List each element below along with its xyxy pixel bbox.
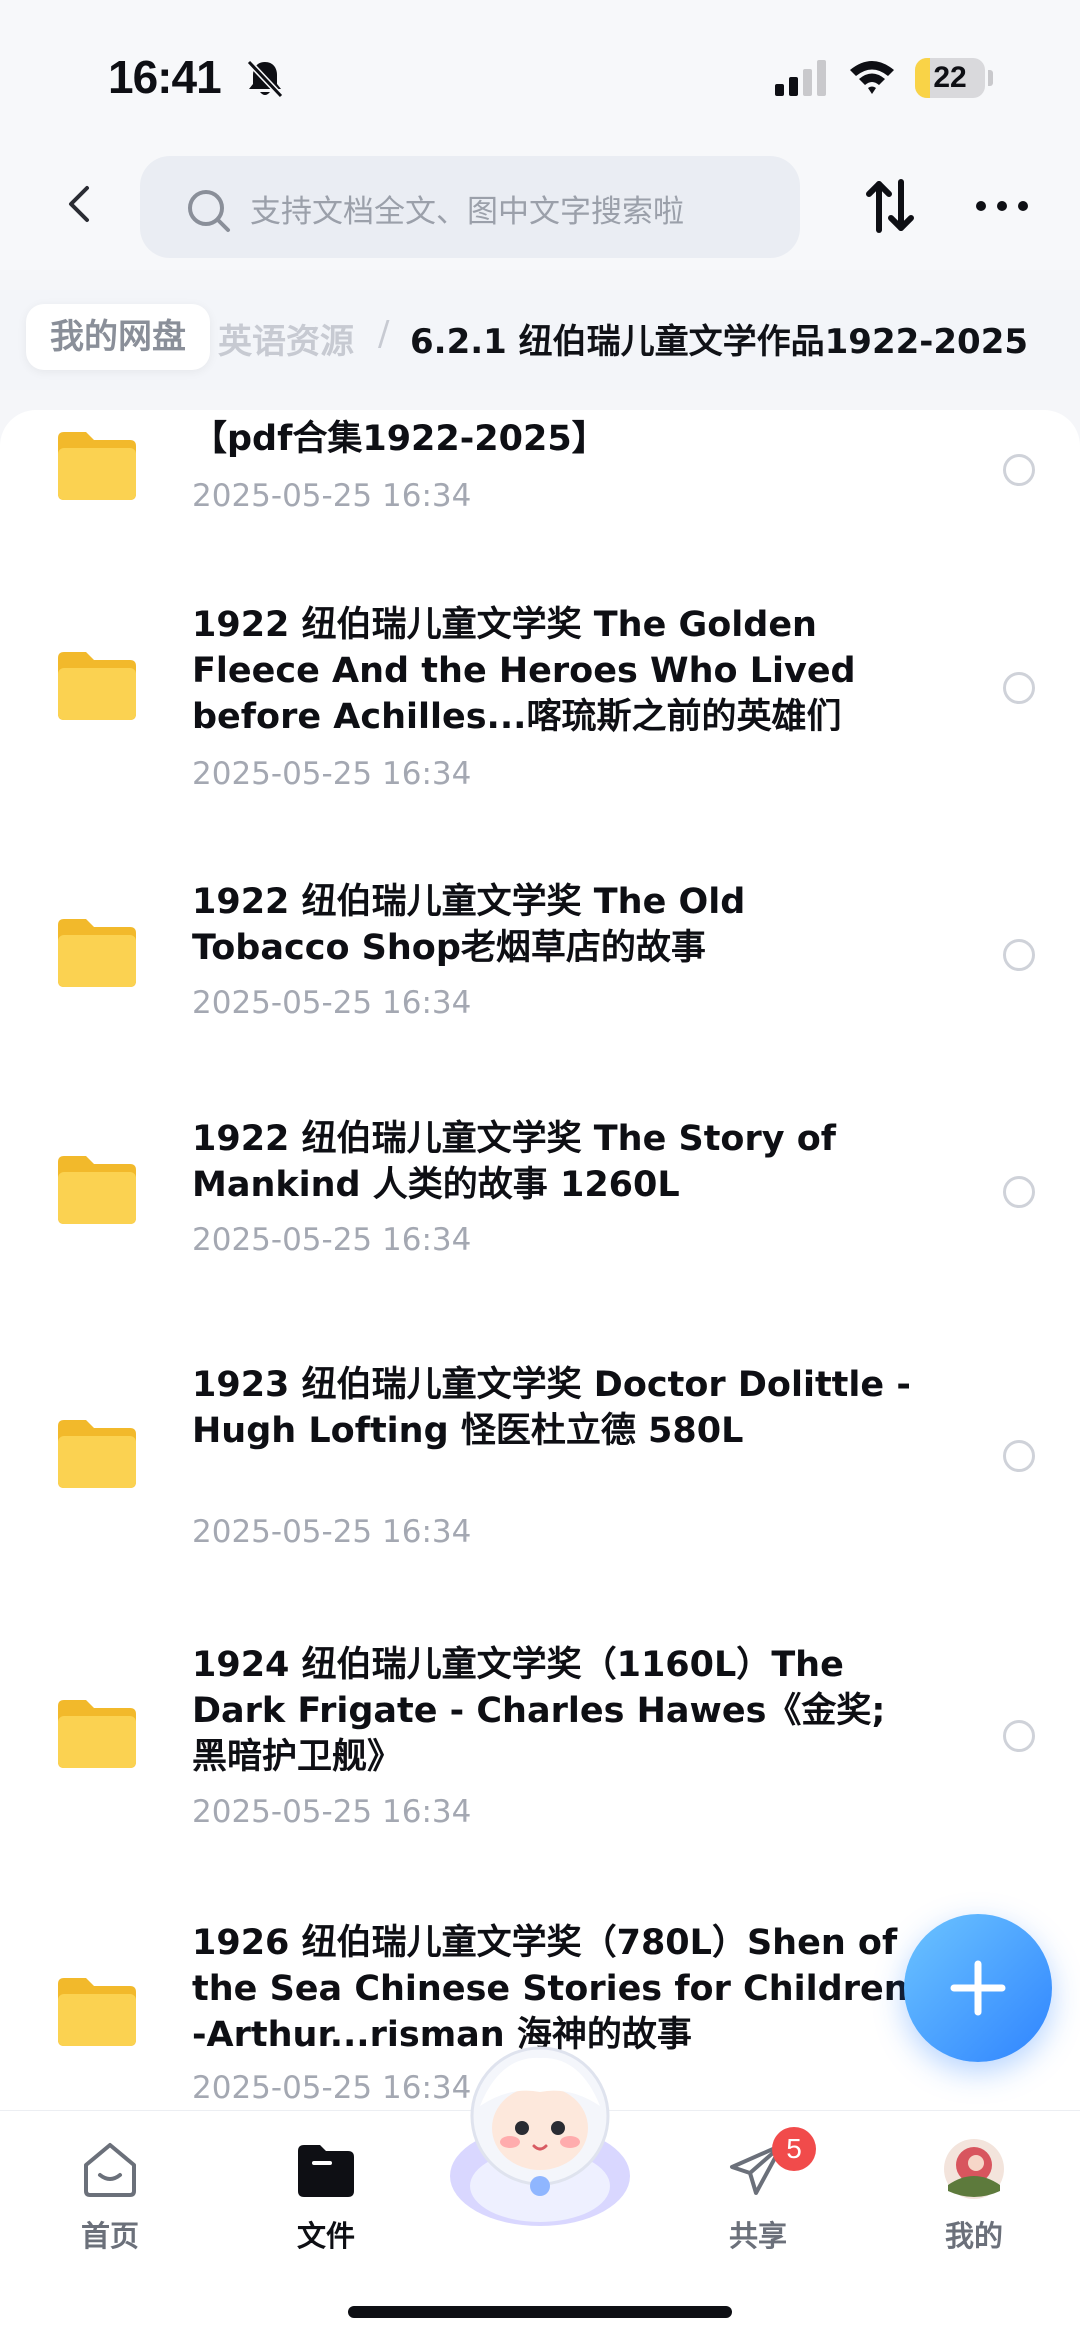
top-bar: 支持文档全文、图中文字搜索啦 — [0, 150, 1080, 270]
notification-badge: 5 — [772, 2127, 816, 2171]
file-name: 1924 纽伯瑞儿童文学奖（1160L）The Dark Frigate - C… — [192, 1645, 886, 1777]
list-item[interactable]: 1922 纽伯瑞儿童文学奖 The Golden Fleece And the … — [0, 590, 1080, 792]
select-radio[interactable] — [1003, 1176, 1035, 1208]
more-button[interactable] — [970, 174, 1034, 238]
home-indicator — [348, 2306, 732, 2318]
select-radio[interactable] — [1003, 672, 1035, 704]
file-date: 2025-05-25 16:34 — [192, 2070, 472, 2106]
wifi-icon — [850, 61, 894, 94]
file-name: 1922 纽伯瑞儿童文学奖 The Old Tobacco Shop老烟草店的故… — [192, 882, 746, 968]
file-date: 2025-05-25 16:34 — [192, 985, 472, 1021]
bell-muted-icon — [246, 59, 284, 99]
list-item[interactable]: 1924 纽伯瑞儿童文学奖（1160L）The Dark Frigate - C… — [0, 1638, 1080, 1838]
sort-button[interactable] — [858, 174, 922, 238]
add-button[interactable] — [904, 1914, 1052, 2062]
tab-profile[interactable]: 我的 — [904, 2131, 1044, 2261]
folder-icon — [58, 919, 136, 987]
search-input[interactable]: 支持文档全文、图中文字搜索啦 — [140, 156, 800, 258]
home-icon — [84, 2143, 136, 2197]
file-date: 2025-05-25 16:34 — [192, 478, 472, 514]
chevron-left-icon — [69, 186, 89, 222]
folder-icon — [298, 2145, 354, 2197]
status-bar: 16:41 22 — [0, 0, 1080, 150]
search-placeholder: 支持文档全文、图中文字搜索啦 — [250, 194, 684, 230]
back-button[interactable] — [50, 174, 110, 234]
breadcrumb-current: 6.2.1 纽伯瑞儿童文学作品1922-2025 — [410, 322, 1029, 362]
select-radio[interactable] — [1003, 939, 1035, 971]
tab-share[interactable]: 5 共享 — [688, 2127, 828, 2261]
breadcrumb-root[interactable]: 我的网盘 — [26, 304, 210, 370]
tab-label: 我的 — [944, 2219, 1003, 2253]
status-time: 16:41 — [108, 51, 222, 103]
file-name: 1923 纽伯瑞儿童文学奖 Doctor Dolittle - Hugh Lof… — [192, 1365, 911, 1451]
breadcrumb: 我的网盘 英语资源 / 6.2.1 纽伯瑞儿童文学作品1922-2025 — [0, 290, 1080, 390]
tab-label: 共享 — [728, 2219, 787, 2253]
sort-icon — [866, 179, 914, 233]
screen: 16:41 22 支持文档全文、图中文字搜索啦 我的网盘 英语资源 / 6.2.… — [0, 0, 1080, 2341]
select-radio[interactable] — [1003, 1440, 1035, 1472]
tab-files[interactable]: 文件 — [256, 2131, 396, 2261]
battery-indicator: 22 — [915, 58, 985, 98]
more-icon — [976, 201, 1028, 211]
folder-icon — [58, 432, 136, 500]
battery-level: 22 — [933, 61, 967, 94]
folder-icon — [58, 1420, 136, 1488]
avatar — [944, 2139, 1004, 2199]
list-item[interactable]: 1922 纽伯瑞儿童文学奖 The Old Tobacco Shop老烟草店的故… — [0, 875, 1080, 1035]
file-name: 【pdf合集1922-2025】 — [192, 419, 607, 459]
file-date: 2025-05-25 16:34 — [192, 1514, 472, 1550]
list-item[interactable]: 1923 纽伯瑞儿童文学奖 Doctor Dolittle - Hugh Lof… — [0, 1358, 1080, 1558]
tab-label: 首页 — [80, 2219, 139, 2253]
folder-icon — [58, 1156, 136, 1224]
signal-icon — [775, 60, 826, 96]
mascot-icon[interactable] — [440, 2036, 640, 2236]
select-radio[interactable] — [1003, 1720, 1035, 1752]
tab-home[interactable]: 首页 — [40, 2131, 180, 2261]
search-icon — [188, 190, 230, 232]
file-date: 2025-05-25 16:34 — [192, 756, 472, 792]
list-item[interactable]: 1922 纽伯瑞儿童文学奖 The Story of Mankind 人类的故事… — [0, 1112, 1080, 1272]
file-name: 1922 纽伯瑞儿童文学奖 The Story of Mankind 人类的故事… — [192, 1119, 837, 1205]
breadcrumb-separator: / — [378, 314, 390, 354]
breadcrumb-parent[interactable]: 英语资源 — [218, 314, 354, 363]
file-list: 【pdf合集1922-2025】 2025-05-25 16:34 1922 纽… — [0, 410, 1080, 2110]
battery-cap — [988, 70, 993, 86]
tab-label: 文件 — [296, 2219, 355, 2253]
folder-icon — [58, 652, 136, 720]
file-date: 2025-05-25 16:34 — [192, 1222, 472, 1258]
list-item[interactable]: 【pdf合集1922-2025】 2025-05-25 16:34 — [0, 410, 1080, 540]
folder-icon — [58, 1700, 136, 1768]
folder-icon — [58, 1978, 136, 2046]
file-date: 2025-05-25 16:34 — [192, 1794, 472, 1830]
plus-icon — [950, 1960, 1006, 2016]
file-name: 1922 纽伯瑞儿童文学奖 The Golden Fleece And the … — [192, 605, 856, 737]
select-radio[interactable] — [1003, 454, 1035, 486]
